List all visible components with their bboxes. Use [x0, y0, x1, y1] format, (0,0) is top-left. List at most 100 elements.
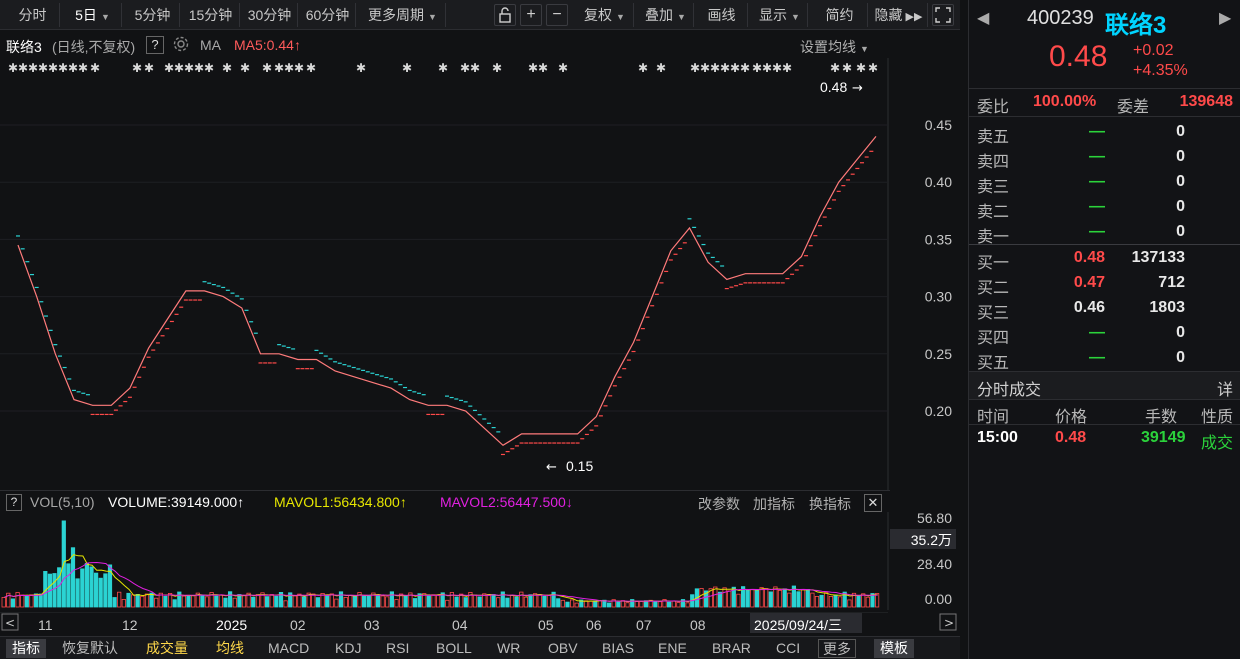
- gear-icon[interactable]: [172, 35, 190, 56]
- volume-bar: [343, 597, 348, 608]
- lock-icon[interactable]: [494, 4, 516, 26]
- tab-bias[interactable]: BIAS: [602, 639, 634, 658]
- volume-bar: [204, 596, 210, 608]
- event-marker: ✱: [68, 61, 78, 75]
- bid-volume: 1803: [1149, 299, 1185, 316]
- ask-row[interactable]: 卖四 — 0: [969, 145, 1240, 171]
- tab-rsi[interactable]: RSI: [386, 639, 409, 658]
- period-15min-button[interactable]: 15分钟: [182, 3, 240, 27]
- tab-template[interactable]: 模板: [874, 639, 914, 658]
- tab-ene[interactable]: ENE: [658, 639, 687, 658]
- vol-tick-label: 56.80: [917, 512, 952, 526]
- period-5min-button[interactable]: 5分钟: [126, 3, 180, 27]
- bid-row[interactable]: 买五 — 0: [969, 346, 1240, 372]
- overlay-button[interactable]: 叠加 ▼: [638, 3, 694, 27]
- tab-ma[interactable]: 均线: [216, 639, 244, 658]
- volume-bar: [472, 594, 478, 608]
- volume-bar: [218, 594, 223, 608]
- prev-stock-icon[interactable]: ◀: [977, 8, 989, 28]
- event-marker: ✱: [132, 61, 142, 75]
- volume-bar: [537, 594, 542, 608]
- ma-settings-button[interactable]: 设置均线 ▼: [800, 37, 869, 57]
- stock-name: 联络3: [6, 39, 42, 55]
- bid-row[interactable]: 买一 0.48 137133: [969, 246, 1240, 272]
- price-tick-label: 0.45: [925, 117, 952, 133]
- volume-bar: [607, 602, 612, 608]
- tab-wr[interactable]: WR: [497, 639, 520, 658]
- switch-indicator-button[interactable]: 换指标: [809, 494, 851, 514]
- event-marker: ✱: [730, 61, 740, 75]
- tab-indicator[interactable]: 指标: [6, 639, 46, 658]
- tab-obv[interactable]: OBV: [548, 639, 578, 658]
- volume-bar: [847, 599, 852, 608]
- volume-bar: [186, 595, 191, 608]
- bid-label: 买二: [977, 280, 1010, 297]
- volume-bar: [135, 594, 140, 608]
- zoom-in-icon[interactable]: +: [520, 4, 542, 26]
- volume-bar: [375, 594, 381, 608]
- ask-row[interactable]: 卖五 — 0: [969, 120, 1240, 146]
- volume-bar: [172, 599, 177, 608]
- bid-row[interactable]: 买三 0.46 1803: [969, 296, 1240, 322]
- ask-price: —: [1089, 173, 1105, 190]
- tab-brar[interactable]: BRAR: [712, 639, 751, 658]
- close-icon[interactable]: ✕: [864, 494, 882, 512]
- bid-row[interactable]: 买四 — 0: [969, 321, 1240, 347]
- tab-reset-default[interactable]: 恢复默认: [62, 639, 118, 658]
- draw-line-button[interactable]: 画线: [696, 3, 748, 27]
- volume-bar: [805, 589, 810, 608]
- help-icon[interactable]: ?: [146, 36, 164, 54]
- tab-volume[interactable]: 成交量: [146, 639, 188, 658]
- hide-button[interactable]: 隐藏 ▶▶: [870, 3, 928, 27]
- fullscreen-icon[interactable]: [932, 4, 954, 26]
- event-marker: ✱: [772, 61, 782, 75]
- zoom-out-icon[interactable]: −: [546, 4, 568, 26]
- event-marker: ✱: [58, 61, 68, 75]
- tab-kdj[interactable]: KDJ: [335, 639, 361, 658]
- ask-row[interactable]: 卖二 — 0: [969, 195, 1240, 221]
- event-markers: ✱ ✱ ✱ ✱ ✱ ✱ ✱ ✱ ✱ ✱ ✱ ✱ ✱ ✱ ✱ ✱ ✱ ✱ ✱ ✱ ✱ ✱ ✱ ✱ ✱ ✱ ✱ ✱ ✱ ✱ ✱ ✱ ✱ ✱ ✱ ✱ ✱ ✱ ✱ ✱…: [8, 61, 878, 75]
- help-icon[interactable]: ?: [6, 494, 22, 511]
- volume-chart[interactable]: 56.80 35.2万 28.40 0.00: [0, 512, 960, 610]
- event-marker: ✱: [538, 61, 548, 75]
- event-marker: ✱: [18, 61, 28, 75]
- event-marker: ✱: [656, 61, 666, 75]
- period-intraday-button[interactable]: 分时: [6, 3, 60, 27]
- rights-adjust-button[interactable]: 复权 ▼: [576, 3, 634, 27]
- chevron-down-icon: ▼: [860, 44, 869, 54]
- event-marker: ✱: [90, 61, 100, 75]
- tab-boll[interactable]: BOLL: [436, 639, 472, 658]
- bid-row[interactable]: 买二 0.47 712: [969, 271, 1240, 297]
- volume-bar: [385, 596, 390, 608]
- ask-price: —: [1089, 198, 1105, 215]
- trades-header: 分时成交 详: [969, 372, 1240, 399]
- period-60min-button[interactable]: 60分钟: [300, 3, 356, 27]
- tab-macd[interactable]: MACD: [268, 639, 309, 658]
- volume-bar: [366, 595, 371, 608]
- volume-bar: [777, 590, 783, 608]
- next-stock-icon[interactable]: ▶: [1219, 8, 1231, 28]
- ask-row[interactable]: 卖一 —0: [969, 220, 1240, 246]
- high-price-label: 0.48: [820, 79, 847, 95]
- add-indicator-button[interactable]: 加指标: [753, 494, 795, 514]
- edit-params-button[interactable]: 改参数: [698, 494, 740, 514]
- event-marker: ✱: [740, 61, 750, 75]
- display-button[interactable]: 显示 ▼: [752, 3, 808, 27]
- ask-price: —: [1089, 223, 1105, 240]
- simple-mode-button[interactable]: 简约: [812, 3, 868, 27]
- more-periods-button[interactable]: 更多周期 ▼: [360, 3, 446, 27]
- ask-row[interactable]: 卖三 — 0: [969, 170, 1240, 196]
- volume-bar: [588, 600, 593, 608]
- period-30min-button[interactable]: 30分钟: [242, 3, 298, 27]
- period-5day-button[interactable]: 5日 ▼: [64, 3, 122, 27]
- volume-bar: [454, 596, 459, 608]
- tab-more[interactable]: 更多: [818, 639, 856, 658]
- volume-bar: [15, 592, 20, 608]
- ma5-line: [17, 136, 877, 447]
- tab-cci[interactable]: CCI: [776, 639, 800, 658]
- up-arrow-icon: ↑: [237, 494, 245, 510]
- trades-detail-button[interactable]: 详: [1217, 376, 1233, 400]
- bid-volume: 0: [1176, 324, 1185, 341]
- event-marker: ✱: [528, 61, 538, 75]
- candlestick-chart[interactable]: ✱ ✱ ✱ ✱ ✱ ✱ ✱ ✱ ✱ ✱ ✱ ✱ ✱ ✱ ✱ ✱ ✱ ✱ ✱ ✱ ✱ ✱ ✱ ✱ ✱ ✱ ✱ ✱ ✱ ✱ ✱ ✱ ✱ ✱ ✱ ✱ ✱ ✱ ✱ ✱…: [0, 58, 960, 490]
